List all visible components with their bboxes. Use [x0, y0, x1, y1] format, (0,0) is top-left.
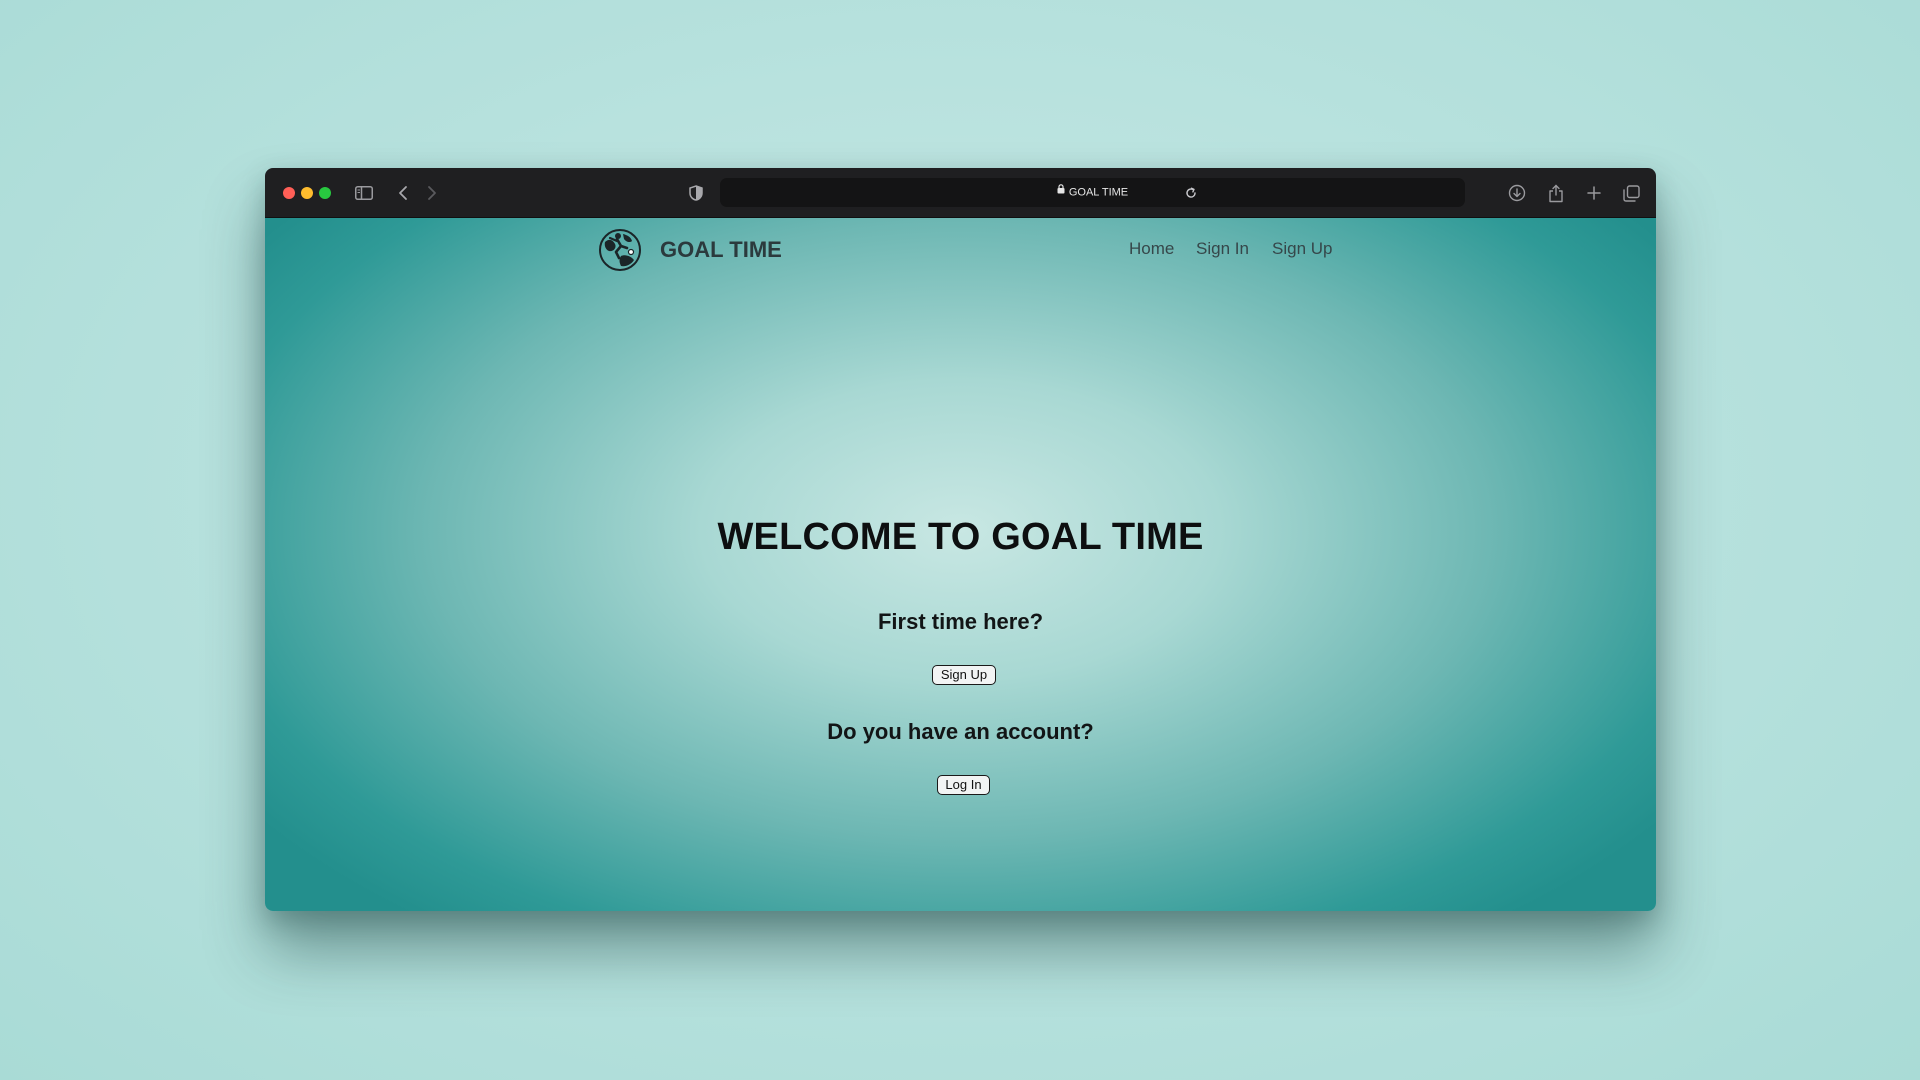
- minimize-window-button[interactable]: [301, 187, 313, 199]
- tab-overview-icon[interactable]: [1621, 181, 1641, 205]
- zoom-window-button[interactable]: [319, 187, 331, 199]
- address-bar[interactable]: GOAL TIME: [720, 178, 1465, 207]
- nav-link-home[interactable]: Home: [1129, 239, 1174, 259]
- reload-icon[interactable]: [1183, 181, 1199, 205]
- log-in-button[interactable]: Log In: [937, 775, 990, 795]
- privacy-shield-icon[interactable]: [687, 181, 705, 205]
- download-icon[interactable]: [1507, 181, 1527, 205]
- first-time-heading: First time here?: [877, 609, 1044, 634]
- lock-icon: [1057, 177, 1065, 206]
- address-bar-title: GOAL TIME: [720, 178, 1465, 207]
- page-content: GOAL TIME Home Sign In Sign Up WELCOME T…: [265, 218, 1656, 911]
- back-icon[interactable]: [395, 181, 411, 205]
- nav-link-sign-in[interactable]: Sign In: [1196, 239, 1249, 259]
- have-account-heading: Do you have an account?: [827, 719, 1094, 744]
- brand-title[interactable]: GOAL TIME: [660, 237, 782, 263]
- page-title: WELCOME TO GOAL TIME: [717, 516, 1204, 558]
- close-window-button[interactable]: [283, 187, 295, 199]
- forward-icon[interactable]: [424, 181, 440, 205]
- goal-time-logo-icon[interactable]: [597, 226, 643, 272]
- nav-link-sign-up[interactable]: Sign Up: [1272, 239, 1332, 259]
- url-title-text: GOAL TIME: [1068, 186, 1129, 199]
- sidebar-icon[interactable]: [353, 181, 375, 205]
- sign-up-button[interactable]: Sign Up: [932, 665, 996, 685]
- new-tab-icon[interactable]: [1584, 181, 1604, 205]
- browser-toolbar: GOAL TIME: [265, 168, 1656, 218]
- browser-window: GOAL TIME GOAL TIME Home Sign In Sign Up…: [265, 168, 1656, 911]
- share-icon[interactable]: [1546, 181, 1566, 205]
